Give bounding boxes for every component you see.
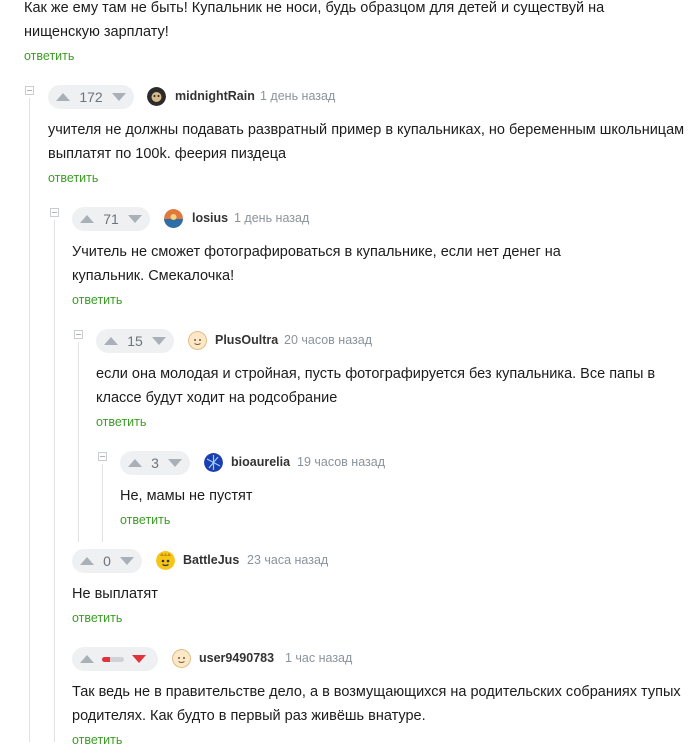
timestamp[interactable]: 20 часов назад	[284, 333, 372, 347]
rating-bar	[102, 656, 124, 662]
avatar[interactable]	[204, 453, 223, 472]
comment-text: Учитель не сможет фотографироваться в ку…	[72, 244, 561, 284]
downvote-icon[interactable]	[132, 655, 146, 663]
comment-text: учителя не должны подавать развратный пр…	[48, 122, 685, 162]
vote-control	[72, 647, 158, 671]
comment-text: Не выплатят	[72, 586, 158, 602]
collapse-thread-icon[interactable]	[25, 86, 34, 95]
timestamp[interactable]: 1 час назад	[285, 651, 352, 665]
avatar[interactable]	[188, 331, 207, 350]
downvote-icon[interactable]	[168, 459, 182, 467]
reply-link[interactable]: ответить	[48, 171, 98, 185]
score: 172	[79, 89, 103, 105]
upvote-icon[interactable]	[80, 215, 94, 223]
downvote-icon[interactable]	[128, 215, 142, 223]
username[interactable]: losius	[192, 211, 228, 225]
comment-text: если она молодая и стройная, пусть фотог…	[96, 366, 656, 406]
username[interactable]: user9490783	[199, 651, 274, 665]
upvote-icon[interactable]	[80, 655, 94, 663]
score: 3	[151, 455, 159, 471]
username[interactable]: midnightRain	[175, 89, 255, 103]
score: 15	[127, 333, 143, 349]
upvote-icon[interactable]	[80, 557, 94, 565]
upvote-icon[interactable]	[128, 459, 142, 467]
downvote-icon[interactable]	[120, 557, 134, 565]
thread-line[interactable]	[78, 342, 79, 542]
comment-text: Как же ему там не быть! Купальник не нос…	[24, 0, 605, 40]
collapse-thread-icon[interactable]	[50, 208, 59, 217]
vote-control: 172	[48, 85, 134, 109]
vote-control: 71	[72, 207, 150, 231]
timestamp[interactable]: 23 часа назад	[247, 553, 328, 567]
reply-link[interactable]: ответить	[120, 513, 170, 527]
vote-control: 0	[72, 549, 142, 573]
thread-line[interactable]	[29, 98, 30, 742]
vote-control: 3	[120, 451, 190, 475]
reply-link[interactable]: ответить	[72, 611, 122, 625]
upvote-icon[interactable]	[104, 337, 118, 345]
score: 71	[103, 211, 119, 227]
downvote-icon[interactable]	[112, 93, 126, 101]
username[interactable]: bioaurelia	[231, 455, 290, 469]
reply-link[interactable]: ответить	[72, 733, 122, 747]
avatar[interactable]	[172, 649, 191, 668]
score: 0	[103, 553, 111, 569]
reply-link[interactable]: ответить	[24, 49, 74, 63]
timestamp[interactable]: 1 день назад	[234, 211, 309, 225]
upvote-icon[interactable]	[56, 93, 70, 101]
timestamp[interactable]: 1 день назад	[260, 89, 335, 103]
avatar[interactable]	[156, 551, 175, 570]
vote-control: 15	[96, 329, 174, 353]
thread-line[interactable]	[54, 220, 55, 742]
comment-text: Так ведь не в правительстве дело, а в во…	[72, 684, 681, 724]
avatar[interactable]	[164, 209, 183, 228]
username[interactable]: BattleJus	[183, 553, 239, 567]
downvote-icon[interactable]	[152, 337, 166, 345]
collapse-thread-icon[interactable]	[98, 452, 107, 461]
thread-line[interactable]	[102, 464, 103, 542]
rating-bar-fill	[102, 656, 110, 662]
timestamp[interactable]: 19 часов назад	[297, 455, 385, 469]
username[interactable]: PlusOultra	[215, 333, 278, 347]
collapse-thread-icon[interactable]	[74, 330, 83, 339]
reply-link[interactable]: ответить	[96, 415, 146, 429]
comment-text: Не, мамы не пустят	[120, 488, 253, 504]
avatar[interactable]	[147, 87, 166, 106]
reply-link[interactable]: ответить	[72, 293, 122, 307]
